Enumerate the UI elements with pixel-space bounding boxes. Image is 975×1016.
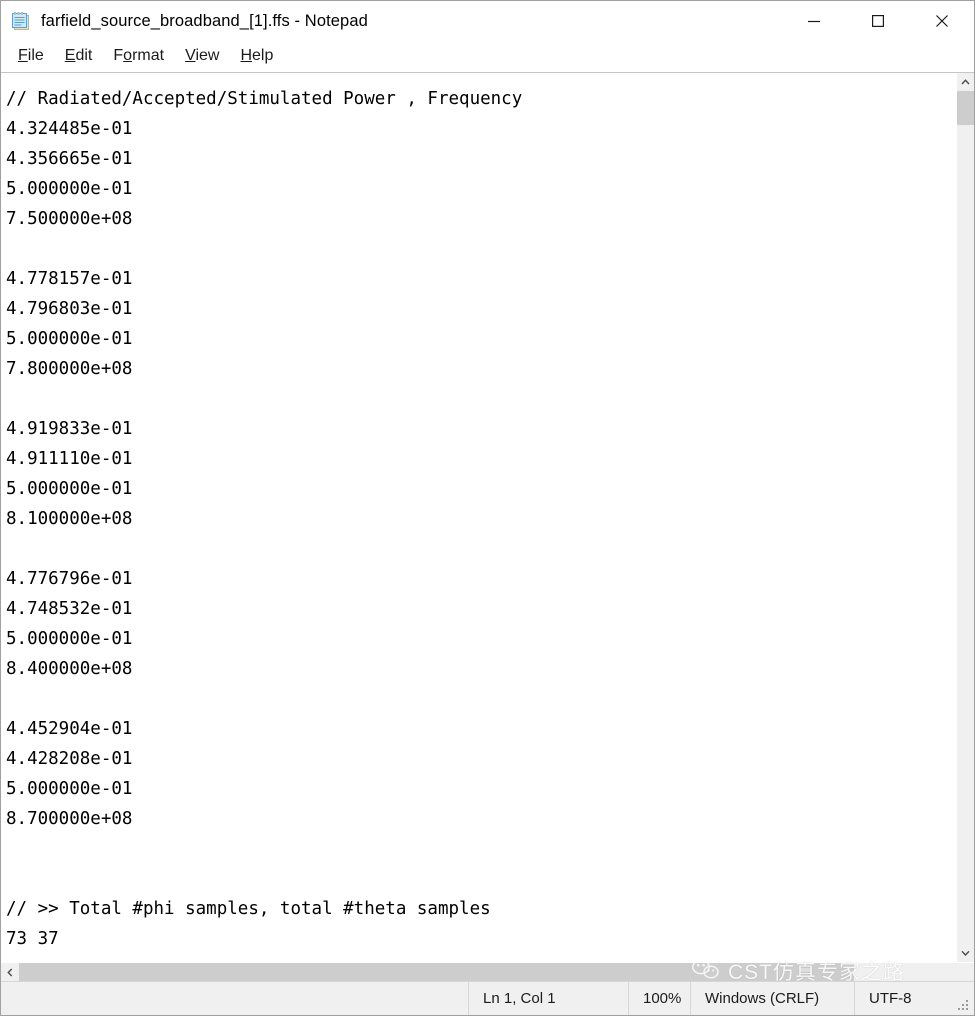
menu-file-post: ile <box>27 47 44 64</box>
chevron-left-icon <box>7 968 13 976</box>
editor-line: // Radiated/Accepted/Stimulated Power , … <box>6 89 523 109</box>
menu-format-pre: F <box>113 47 124 64</box>
horizontal-scrollbar[interactable] <box>1 962 974 981</box>
editor-line: 4.776796e-01 <box>6 569 133 589</box>
editor-line: 4.778157e-01 <box>6 269 133 289</box>
menu-bar: File Edit Format View Help <box>1 41 974 72</box>
editor-line: 4.356665e-01 <box>6 149 133 169</box>
editor-line: 7.500000e+08 <box>6 209 133 229</box>
menu-edit-accel: E <box>64 47 76 64</box>
editor-line: 8.100000e+08 <box>6 509 133 529</box>
editor-line: 4.324485e-01 <box>6 119 133 139</box>
maximize-icon <box>872 15 885 28</box>
editor-line: 5.000000e-01 <box>6 329 133 349</box>
menu-item-edit[interactable]: Edit <box>55 44 104 68</box>
menu-format-post: rmat <box>132 47 165 64</box>
horizontal-scroll-thumb[interactable] <box>19 963 854 981</box>
scroll-down-button[interactable] <box>957 944 974 962</box>
menu-format-accel: o <box>123 47 133 64</box>
menu-help-accel: H <box>240 47 253 64</box>
status-bar: Ln 1, Col 1 100% Windows (CRLF) UTF-8 <box>1 981 974 1015</box>
editor-line: 4.748532e-01 <box>6 599 133 619</box>
editor-line: 7.800000e+08 <box>6 359 133 379</box>
title-bar[interactable]: farfield_source_broadband_[1].ffs - Note… <box>1 1 974 41</box>
editor-line: 8.700000e+08 <box>6 809 133 829</box>
notepad-window: farfield_source_broadband_[1].ffs - Note… <box>0 0 975 1016</box>
notepad-icon <box>10 10 32 32</box>
menu-item-help[interactable]: Help <box>230 44 284 68</box>
menu-file-accel: F <box>18 47 28 64</box>
status-encoding: UTF-8 <box>854 982 974 1015</box>
vertical-scroll-thumb[interactable] <box>957 91 974 125</box>
menu-view-post: iew <box>195 47 220 64</box>
editor-line: 8.400000e+08 <box>6 659 133 679</box>
minimize-icon <box>808 20 820 23</box>
menu-item-view[interactable]: View <box>175 44 230 68</box>
scrollbar-corner <box>956 963 974 981</box>
chevron-up-icon <box>961 79 970 85</box>
close-button[interactable] <box>910 1 974 41</box>
status-position: Ln 1, Col 1 <box>468 982 628 1015</box>
title-bar-left: farfield_source_broadband_[1].ffs - Note… <box>1 10 782 32</box>
editor-line: // >> Total #phi samples, total #theta s… <box>6 899 491 919</box>
scroll-left-button[interactable] <box>1 963 19 981</box>
editor-line: 73 37 <box>6 929 59 949</box>
maximize-button[interactable] <box>846 1 910 41</box>
minimize-button[interactable] <box>782 1 846 41</box>
status-spacer <box>1 982 468 1015</box>
status-line-ending: Windows (CRLF) <box>690 982 854 1015</box>
editor-area: // Radiated/Accepted/Stimulated Power , … <box>1 72 974 962</box>
text-editor[interactable]: // Radiated/Accepted/Stimulated Power , … <box>1 73 956 962</box>
scroll-up-button[interactable] <box>957 73 974 91</box>
editor-line: 5.000000e-01 <box>6 629 133 649</box>
menu-edit-post: dit <box>75 47 93 64</box>
editor-line: 4.428208e-01 <box>6 749 133 769</box>
window-title: farfield_source_broadband_[1].ffs - Note… <box>41 11 368 30</box>
editor-line: 5.000000e-01 <box>6 179 133 199</box>
editor-line: 5.000000e-01 <box>6 779 133 799</box>
menu-view-accel: V <box>185 47 196 64</box>
close-icon <box>936 15 948 27</box>
editor-line: 4.911110e-01 <box>6 449 133 469</box>
status-zoom: 100% <box>628 982 690 1015</box>
editor-line: 4.452904e-01 <box>6 719 133 739</box>
editor-line: 5.000000e-01 <box>6 479 133 499</box>
menu-item-file[interactable]: File <box>8 44 55 68</box>
chevron-down-icon <box>961 950 970 956</box>
editor-line: 4.796803e-01 <box>6 299 133 319</box>
resize-grip[interactable] <box>958 1000 970 1012</box>
menu-help-post: elp <box>252 47 274 64</box>
window-controls <box>782 1 974 41</box>
vertical-scrollbar[interactable] <box>956 73 974 962</box>
editor-line: 4.919833e-01 <box>6 419 133 439</box>
vertical-scroll-track[interactable] <box>957 125 974 944</box>
menu-item-format[interactable]: Format <box>103 44 175 68</box>
horizontal-scroll-track[interactable] <box>854 963 956 981</box>
